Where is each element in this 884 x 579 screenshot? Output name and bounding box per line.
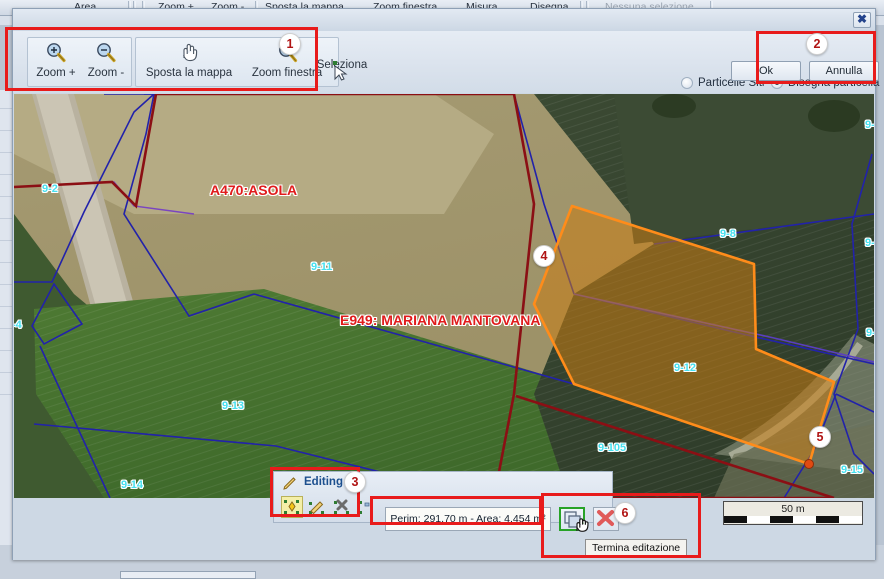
annotation-marker-4: 4	[533, 245, 555, 267]
editing-panel-title: Editing	[304, 476, 343, 488]
annotation-marker-3: 3	[344, 471, 366, 493]
delete-vertex-tool[interactable]	[331, 496, 353, 518]
annotation-marker-1: 1	[279, 33, 301, 55]
annotation-marker-5: 5	[809, 426, 831, 448]
map-imagery	[14, 94, 874, 498]
map-dialog: ✖ Zoom + Zoom - Sposta la mappa Zoom fin…	[12, 8, 879, 560]
radio-circle-particelle-siti[interactable]	[681, 77, 693, 89]
pan-button[interactable]: Sposta la mappa	[140, 40, 238, 79]
scale-bar: 50 m	[723, 501, 863, 525]
navigation-tool-group: Sposta la mappa Zoom finestra	[135, 37, 339, 87]
pencil-icon	[282, 475, 298, 496]
close-icon[interactable]: ✖	[853, 12, 871, 28]
hand-icon	[140, 40, 238, 66]
polygon-vertex-marker	[804, 459, 814, 469]
annotation-marker-6: 6	[614, 502, 636, 524]
host-bottom-widget	[120, 571, 256, 579]
cancel-button[interactable]: Annulla	[809, 61, 879, 81]
annotation-marker-2: 2	[806, 33, 828, 55]
zoom-in-button[interactable]: Zoom +	[32, 40, 80, 79]
zoom-out-icon	[82, 40, 130, 66]
pan-label: Sposta la mappa	[145, 67, 233, 79]
zoom-tool-group: Zoom + Zoom -	[27, 37, 132, 87]
scale-bar-blocks	[724, 516, 862, 523]
zoom-in-icon	[32, 40, 80, 66]
zoom-in-label: Zoom +	[36, 67, 76, 79]
ok-button[interactable]: Ok	[731, 61, 801, 81]
screenshot-root: Area Zoom + Zoom - Sposta la mappa Zoom …	[0, 0, 884, 579]
dialog-titlebar	[13, 9, 875, 31]
tooltip-termina-editazione: Termina editazione	[585, 539, 688, 557]
cursor-arrow-icon	[331, 61, 351, 88]
zoom-out-label: Zoom -	[87, 67, 125, 79]
snap-vertex-tool[interactable]	[356, 496, 378, 518]
zoom-out-button[interactable]: Zoom -	[82, 40, 130, 79]
edit-vertex-tool[interactable]	[306, 496, 328, 518]
scale-bar-label: 50 m	[781, 503, 805, 515]
add-vertex-tool[interactable]	[281, 496, 303, 518]
map-canvas[interactable]: A470:ASOLA E949: MARIANA MANTOVANA 9-2 -…	[14, 94, 874, 498]
measurement-readout: Perim: 291,70 m - Area: 4.454 m²	[385, 507, 551, 531]
